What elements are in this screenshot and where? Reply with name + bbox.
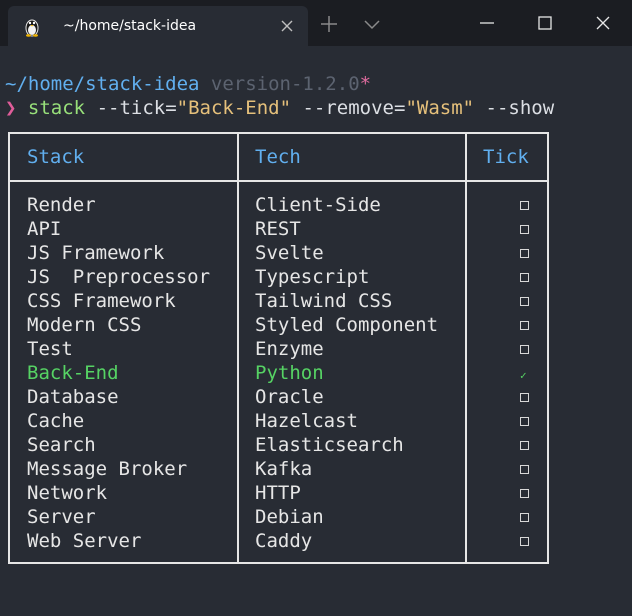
tech-cell: Kafka (255, 458, 313, 480)
stack-table: Stack Tech Tick Render Client-Side API REST… (8, 132, 549, 564)
unchecked-box-icon (520, 201, 529, 210)
header-tick: Tick (483, 146, 529, 168)
stack-cell: JS Framework (27, 242, 165, 264)
stack-cell: Message Broker (27, 458, 188, 480)
command-line: ❯ stack --tick="Back-End" --remove="Wasm… (5, 96, 554, 120)
unchecked-box-icon (520, 345, 529, 354)
chevron-down-icon[interactable] (361, 14, 383, 34)
tech-cell: HTTP (255, 482, 301, 504)
prompt-path-line: ~/home/stack-idea version-1.2.0* (5, 72, 371, 96)
unchecked-box-icon (520, 273, 529, 282)
prompt-path: ~/home/stack-idea (5, 73, 200, 95)
tech-cell: Debian (255, 506, 324, 528)
tech-cell: Caddy (255, 530, 313, 552)
stack-cell: CSS Framework (27, 290, 176, 312)
command-value: "Back-End" (176, 97, 292, 119)
header-tech: Tech (255, 146, 301, 168)
tech-cell: Styled Component (255, 314, 439, 336)
unchecked-box-icon (520, 393, 529, 402)
tech-cell: Hazelcast (255, 410, 358, 432)
unchecked-box-icon (520, 249, 529, 258)
tech-cell: Python (255, 362, 324, 384)
unchecked-box-icon (520, 321, 529, 330)
unchecked-box-icon (520, 225, 529, 234)
unchecked-box-icon (520, 513, 529, 522)
command-flag: --tick= (96, 97, 177, 119)
tech-cell: Tailwind CSS (255, 290, 393, 312)
title-bar: ~/home/stack-idea (0, 0, 632, 46)
close-icon[interactable] (590, 10, 616, 36)
stack-cell: Network (27, 482, 108, 504)
command-value: "Wasm" (405, 97, 475, 119)
terminal-tab[interactable]: ~/home/stack-idea (8, 6, 308, 46)
stack-cell: Server (27, 506, 96, 528)
unchecked-box-icon (520, 465, 529, 474)
column-divider (237, 134, 239, 562)
unchecked-box-icon (520, 489, 529, 498)
command-name: stack (27, 97, 86, 119)
stack-cell: Test (27, 338, 73, 360)
checked-icon: ✓ (520, 369, 527, 382)
stack-cell: Back-End (27, 362, 119, 384)
stack-cell: API (27, 218, 62, 240)
stack-cell: Render (27, 194, 96, 216)
tech-cell: Svelte (255, 242, 324, 264)
minimize-icon[interactable] (474, 10, 500, 36)
terminal-body[interactable]: ~/home/stack-idea version-1.2.0* ❯ stack… (0, 46, 632, 616)
tech-cell: Client-Side (255, 194, 381, 216)
git-version: version-1.2.0 (210, 73, 360, 95)
tech-cell: Typescript (255, 266, 370, 288)
unchecked-box-icon (520, 441, 529, 450)
plus-icon[interactable] (318, 13, 340, 35)
stack-cell: Web Server (27, 530, 142, 552)
command-flag: --show (485, 97, 555, 119)
unchecked-box-icon (520, 417, 529, 426)
column-divider (465, 134, 467, 562)
maximize-icon[interactable] (532, 10, 558, 36)
prompt-symbol: ❯ (5, 97, 17, 119)
tech-cell: Elasticsearch (255, 434, 404, 456)
unchecked-box-icon (520, 297, 529, 306)
stack-cell: JS Preprocessor (27, 266, 211, 288)
unchecked-box-icon (520, 537, 529, 546)
dirty-marker: * (359, 73, 372, 95)
close-icon[interactable] (278, 17, 296, 35)
command-flag: --remove= (302, 97, 406, 119)
stack-cell: Cache (27, 410, 85, 432)
tab-title: ~/home/stack-idea (63, 18, 197, 34)
tech-cell: REST (255, 218, 301, 240)
stack-cell: Database (27, 386, 119, 408)
tech-cell: Oracle (255, 386, 324, 408)
tux-icon (25, 19, 39, 37)
stack-cell: Modern CSS (27, 314, 142, 336)
header-divider (10, 180, 547, 182)
tech-cell: Enzyme (255, 338, 324, 360)
stack-cell: Search (27, 434, 96, 456)
header-stack: Stack (27, 146, 85, 168)
